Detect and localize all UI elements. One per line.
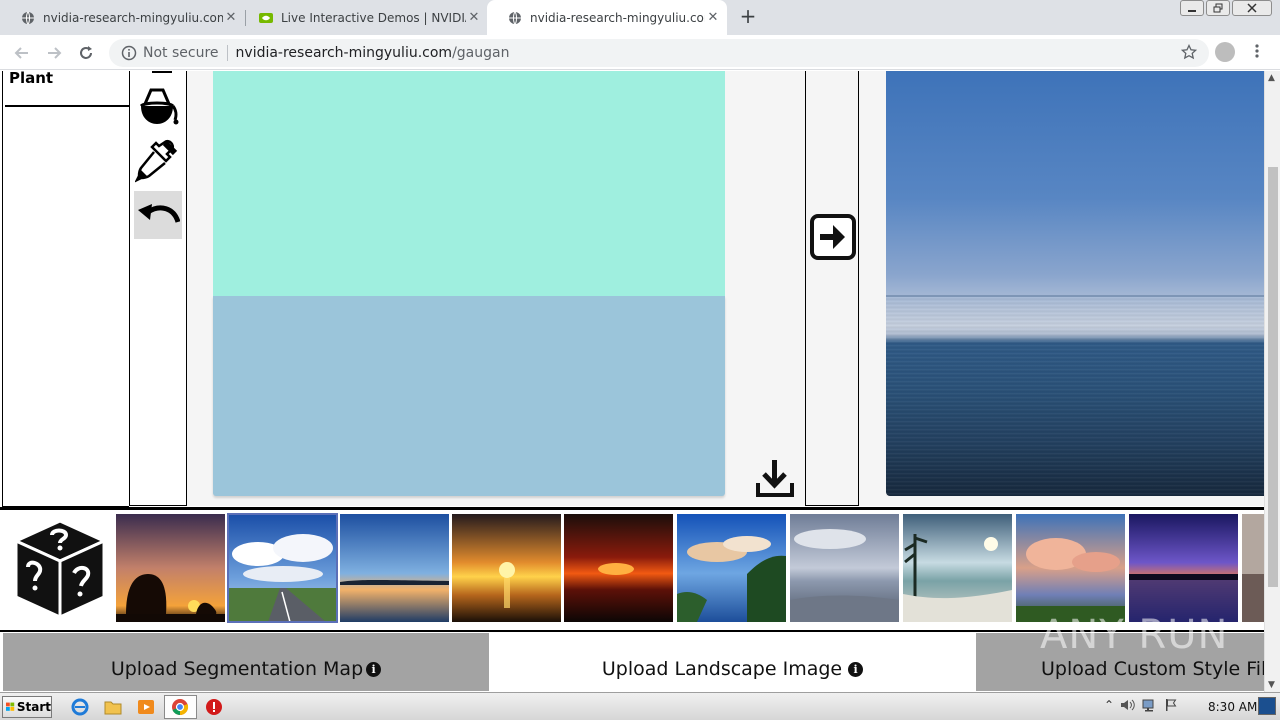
style-thumbnail-6[interactable]	[677, 514, 786, 622]
render-button[interactable]	[809, 213, 857, 261]
page-scrollbar[interactable]: ▲ ▼	[1264, 71, 1280, 692]
tab-2[interactable]: Live Interactive Demos | NVIDIA Res ✕	[238, 0, 488, 35]
scroll-up-icon[interactable]: ▲	[1268, 73, 1275, 83]
style-thumbnail-9[interactable]	[1016, 514, 1125, 622]
style-thumbnail-3[interactable]	[340, 514, 449, 622]
tab-1-close-icon[interactable]: ✕	[223, 10, 239, 25]
security-indicator: Not secure	[143, 45, 219, 61]
system-tray: ⌃	[1104, 698, 1178, 712]
nvidia-logo-icon	[259, 12, 273, 23]
undo-icon	[138, 204, 180, 223]
label-panel: Plant	[2, 71, 129, 507]
download-icon	[756, 460, 794, 497]
label-plant[interactable]: Plant	[5, 71, 129, 107]
windows-taskbar: Start ⌃ 8:30 AM	[0, 692, 1280, 720]
restore-icon[interactable]	[1206, 0, 1230, 16]
globe-icon	[22, 11, 34, 24]
forward-icon[interactable]	[42, 41, 66, 65]
tray-expand-icon[interactable]: ⌃	[1104, 698, 1114, 712]
start-label: Start	[16, 700, 51, 714]
random-style-button[interactable]	[8, 515, 112, 623]
eyedropper-icon	[135, 140, 178, 183]
tab-1[interactable]: nvidia-research-mingyuliu.com ✕	[0, 0, 245, 35]
bookmark-star-icon[interactable]	[1181, 44, 1197, 60]
tab-2-title: Live Interactive Demos | NVIDIA Res	[281, 10, 466, 25]
globe-icon	[509, 11, 521, 24]
window-controls	[1180, 0, 1272, 18]
reload-icon[interactable]	[74, 41, 98, 65]
fill-tool[interactable]	[134, 83, 182, 131]
brush-icon	[152, 71, 172, 73]
tab-3-active[interactable]: nvidia-research-mingyuliu.com ✕	[487, 0, 727, 35]
info-icon[interactable]: i	[366, 661, 382, 677]
stop-sign-icon[interactable]	[204, 697, 224, 717]
style-thumbnail-2[interactable]	[227, 513, 338, 623]
style-thumbnail-5[interactable]	[564, 514, 673, 622]
upload-custom-style-filter-label: Upload Custom Style Filte	[1041, 658, 1264, 680]
browser-menu-icon[interactable]	[1254, 43, 1260, 63]
info-icon[interactable]: i	[848, 661, 864, 677]
show-desktop-button[interactable]	[1258, 697, 1276, 715]
upload-segmentation-map-button[interactable]: Upload Segmentation Map i	[3, 633, 489, 691]
network-icon[interactable]	[1142, 698, 1158, 712]
download-button[interactable]	[754, 457, 796, 499]
window-close-icon[interactable]	[1232, 0, 1272, 16]
omnibox-divider	[226, 45, 228, 61]
upload-landscape-image-label: Upload Landscape Image	[601, 658, 843, 680]
new-tab-button[interactable]: +	[737, 5, 759, 27]
tab-2-close-icon[interactable]: ✕	[466, 10, 482, 25]
back-icon[interactable]	[10, 41, 34, 65]
upload-segmentation-map-label: Upload Segmentation Map	[110, 658, 364, 680]
taskbar-clock[interactable]: 8:30 AM	[1208, 700, 1257, 714]
minimize-icon[interactable]	[1180, 0, 1204, 16]
info-icon[interactable]	[121, 45, 137, 61]
gaugan-page: Plant Upload Segmentation Map i Upload L…	[0, 71, 1264, 691]
eyedropper-tool[interactable]	[134, 137, 182, 185]
scroll-thumb[interactable]	[1268, 167, 1278, 587]
url-host: nvidia-research-mingyuliu.com	[235, 45, 453, 61]
browser-toolbar: Not secure nvidia-research-mingyuliu.com…	[0, 35, 1280, 70]
drawing-area	[187, 71, 806, 506]
style-thumbnail-11[interactable]	[1242, 514, 1264, 622]
render-panel	[805, 71, 859, 506]
tool-panel	[129, 71, 187, 506]
sea-texture	[886, 297, 1264, 496]
brush-tool[interactable]	[134, 71, 182, 81]
anyrun-watermark: ANY RUN	[1040, 612, 1229, 658]
action-center-flag-icon[interactable]	[1164, 698, 1178, 712]
media-player-icon[interactable]	[136, 697, 156, 717]
internet-explorer-icon[interactable]	[70, 697, 90, 717]
file-explorer-icon[interactable]	[103, 697, 123, 717]
divider	[0, 507, 1264, 510]
profile-avatar[interactable]	[1215, 42, 1235, 62]
undo-tool[interactable]	[134, 191, 182, 239]
volume-icon[interactable]	[1120, 698, 1136, 712]
address-bar[interactable]: Not secure nvidia-research-mingyuliu.com…	[109, 39, 1209, 67]
segment-sky[interactable]	[213, 71, 725, 296]
style-thumbnail-4[interactable]	[452, 514, 561, 622]
chrome-icon[interactable]	[170, 697, 190, 717]
start-button[interactable]: Start	[2, 696, 52, 718]
tab-1-title: nvidia-research-mingyuliu.com	[43, 10, 223, 25]
segment-sea[interactable]	[213, 296, 725, 496]
dice-icon	[12, 519, 108, 620]
style-thumbnail-8[interactable]	[903, 514, 1012, 622]
arrow-right-icon	[810, 214, 856, 260]
style-thumbnail-1[interactable]	[116, 514, 225, 622]
url-path: /gaugan	[452, 45, 510, 61]
style-thumbnail-10[interactable]	[1129, 514, 1238, 622]
tab-3-close-icon[interactable]: ✕	[705, 10, 721, 25]
style-thumbnail-7[interactable]	[790, 514, 899, 622]
windows-logo-icon	[6, 702, 15, 711]
upload-landscape-image-button[interactable]: Upload Landscape Image i	[489, 633, 976, 691]
fill-bucket-icon	[139, 88, 179, 125]
generated-image	[886, 71, 1264, 496]
segmentation-canvas[interactable]	[213, 71, 725, 496]
browser-tab-strip: nvidia-research-mingyuliu.com ✕ Live Int…	[0, 0, 1280, 35]
output-panel	[859, 71, 1264, 506]
scroll-down-icon[interactable]: ▼	[1268, 680, 1275, 690]
tab-3-title: nvidia-research-mingyuliu.com	[530, 10, 705, 25]
